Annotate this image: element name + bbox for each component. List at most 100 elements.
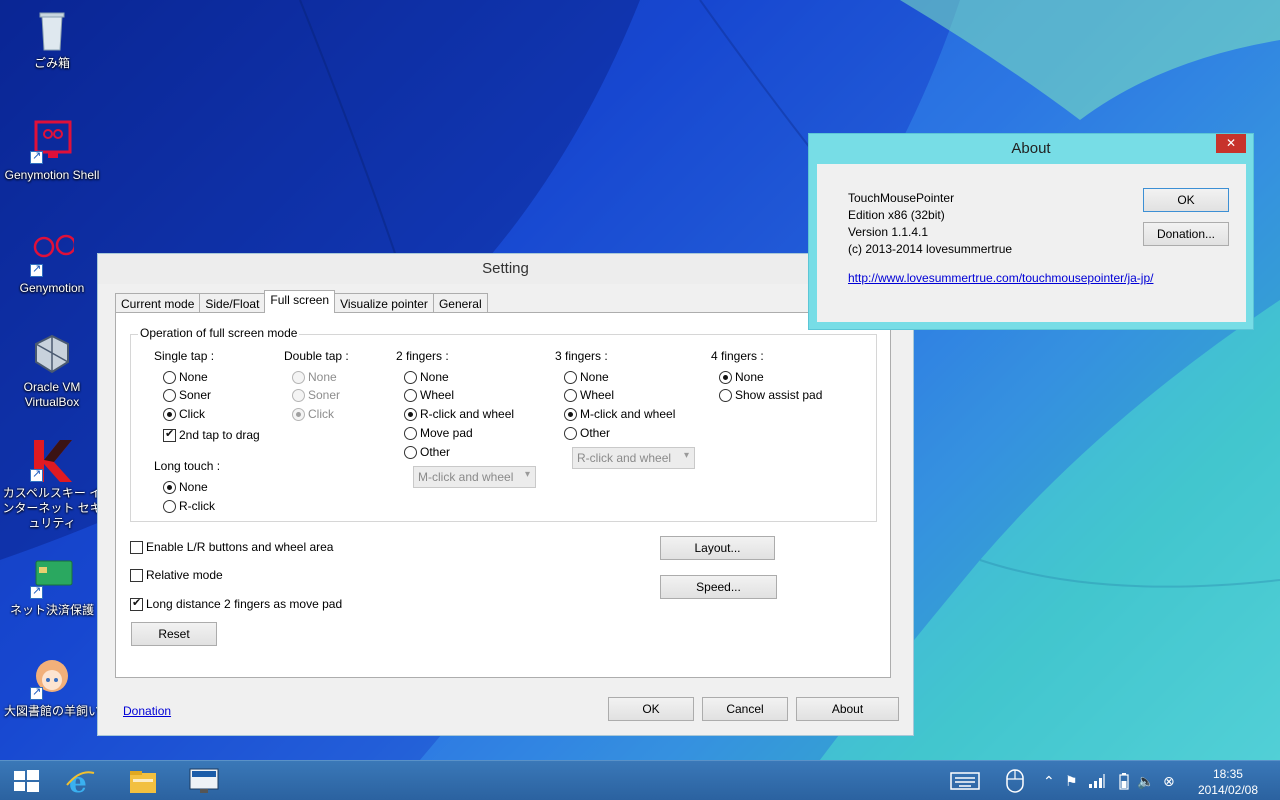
reset-button[interactable]: Reset: [131, 622, 217, 646]
about-product: TouchMousePointer: [848, 191, 955, 205]
double-tap-none-radio: None: [292, 369, 337, 385]
about-copyright: (c) 2013-2014 lovesummertrue: [848, 242, 1013, 256]
single-tap-label: Single tap :: [154, 349, 215, 363]
close-circle-icon[interactable]: ⊗: [1163, 773, 1175, 790]
chevron-down-icon: ▾: [683, 450, 689, 461]
chevron-up-icon[interactable]: ⌃: [1043, 773, 1055, 790]
game-character-icon: [30, 656, 74, 700]
lenovo-app-icon[interactable]: [188, 765, 220, 797]
desktop-icon-label: ネット決済保護: [9, 603, 94, 617]
group-title: Operation of full screen mode: [138, 326, 300, 340]
double-tap-soner-radio: Soner: [292, 387, 340, 403]
about-body: TouchMousePointer Edition x86 (32bit) Ve…: [817, 164, 1246, 322]
desktop-icon-safe-money[interactable]: ネット決済保護: [0, 555, 104, 618]
desktop-icon-label: Genymotion: [19, 281, 85, 295]
desktop-icon-label: 大図書館の羊飼い: [3, 704, 100, 718]
single-tap-none-radio[interactable]: None: [163, 369, 208, 385]
long-touch-rclick-radio[interactable]: R-click: [163, 498, 215, 514]
long-touch-none-radio[interactable]: None: [163, 479, 208, 495]
close-button[interactable]: ✕: [1216, 134, 1246, 153]
two-fingers-none-radio[interactable]: None: [404, 369, 449, 385]
two-fingers-wheel-radio[interactable]: Wheel: [404, 387, 454, 403]
desktop-icon-genymotion-shell[interactable]: Genymotion Shell: [0, 120, 104, 183]
safe-money-icon: [30, 555, 74, 599]
tab-side-float[interactable]: Side/Float: [199, 293, 266, 313]
two-fingers-label: 2 fingers :: [396, 349, 449, 363]
tab-current-mode[interactable]: Current mode: [115, 293, 201, 313]
about-donation-button[interactable]: Donation...: [1143, 222, 1229, 246]
ok-button[interactable]: OK: [608, 697, 694, 721]
mouse-icon[interactable]: [1003, 767, 1027, 795]
desktop-icon-label: Genymotion Shell: [4, 168, 100, 182]
tab-visualize-pointer[interactable]: Visualize pointer: [334, 293, 434, 313]
genymotion-icon: [30, 233, 77, 277]
enable-lr-buttons-checkbox[interactable]: Enable L/R buttons and wheel area: [130, 539, 333, 555]
tab-general[interactable]: General: [432, 293, 488, 313]
desktop-icon-label: ごみ箱: [33, 56, 70, 70]
three-fingers-mclick-wheel-radio[interactable]: M-click and wheel: [564, 406, 675, 422]
desktop-icon-genymotion[interactable]: Genymotion: [0, 233, 104, 296]
tab-full-screen[interactable]: Full screen: [264, 290, 336, 313]
full-screen-panel: Operation of full screen mode Single tap…: [115, 312, 891, 678]
volume-icon[interactable]: 🔈: [1137, 773, 1154, 790]
clock[interactable]: 18:35 2014/02/08: [1198, 766, 1258, 798]
file-explorer-icon[interactable]: [127, 765, 159, 797]
keyboard-icon[interactable]: [949, 769, 981, 793]
double-tap-click-radio: Click: [292, 406, 334, 422]
long-distance-move-pad-checkbox[interactable]: Long distance 2 fingers as move pad: [130, 596, 342, 612]
three-fingers-none-radio[interactable]: None: [564, 369, 609, 385]
about-ok-button[interactable]: OK: [1143, 188, 1229, 212]
single-tap-soner-radio[interactable]: Soner: [163, 387, 211, 403]
second-tap-drag-checkbox[interactable]: 2nd tap to drag: [163, 427, 260, 443]
two-fingers-other-select: M-click and wheel ▾: [413, 466, 536, 488]
about-version: Version 1.1.4.1: [848, 225, 929, 239]
desktop-icon-kaspersky[interactable]: カスペルスキー インターネット セキュリティ: [0, 438, 104, 531]
genymotion-shell-icon: [30, 120, 74, 164]
three-fingers-label: 3 fingers :: [555, 349, 608, 363]
desktop-icon-recycle-bin[interactable]: ごみ箱: [0, 8, 104, 71]
desktop-icon-label: Oracle VM VirtualBox: [23, 380, 81, 409]
internet-explorer-icon[interactable]: e: [64, 765, 96, 799]
about-title[interactable]: About: [809, 134, 1253, 164]
single-tap-click-radio[interactable]: Click: [163, 406, 205, 422]
kaspersky-icon: [30, 438, 74, 482]
three-fingers-wheel-radio[interactable]: Wheel: [564, 387, 614, 403]
two-fingers-move-pad-radio[interactable]: Move pad: [404, 425, 473, 441]
virtualbox-icon: [30, 332, 74, 376]
full-screen-group: Operation of full screen mode Single tap…: [130, 326, 877, 522]
windows-start-icon[interactable]: [10, 765, 42, 797]
cancel-button[interactable]: Cancel: [702, 697, 788, 721]
setting-tabs: Current mode Side/Float Full screen Visu…: [115, 290, 488, 313]
two-fingers-other-radio[interactable]: Other: [404, 444, 450, 460]
three-fingers-other-select: R-click and wheel ▾: [572, 447, 695, 469]
long-touch-label: Long touch :: [154, 459, 221, 473]
recycle-bin-icon: [30, 8, 74, 52]
chevron-down-icon: ▾: [524, 469, 530, 480]
two-fingers-rclick-wheel-radio[interactable]: R-click and wheel: [404, 406, 514, 422]
desktop-icon-label: カスペルスキー インターネット セキュリティ: [2, 486, 102, 530]
setting-window: Setting Current mode Side/Float Full scr…: [97, 253, 914, 736]
double-tap-label: Double tap :: [284, 349, 349, 363]
taskbar: e ⌃ ⚑ 🔈 ⊗ 18:35 2014/02/08: [0, 760, 1280, 800]
layout-button[interactable]: Layout...: [660, 536, 775, 560]
about-window: About ✕ TouchMousePointer Edition x86 (3…: [808, 133, 1254, 330]
svg-text:e: e: [69, 766, 87, 797]
relative-mode-checkbox[interactable]: Relative mode: [130, 567, 223, 583]
setting-title[interactable]: Setting: [98, 254, 913, 284]
signal-icon[interactable]: [1088, 773, 1106, 789]
about-button[interactable]: About: [796, 697, 899, 721]
four-fingers-none-radio[interactable]: None: [719, 369, 764, 385]
three-fingers-other-radio[interactable]: Other: [564, 425, 610, 441]
donation-link[interactable]: Donation: [123, 704, 171, 718]
desktop-icon-game[interactable]: 大図書館の羊飼い: [0, 656, 104, 719]
four-fingers-assist-pad-radio[interactable]: Show assist pad: [719, 387, 822, 403]
about-edition: Edition x86 (32bit): [848, 208, 945, 222]
flag-icon[interactable]: ⚑: [1065, 773, 1078, 790]
about-url-link[interactable]: http://www.lovesummertrue.com/touchmouse…: [848, 271, 1153, 285]
desktop-icon-virtualbox[interactable]: Oracle VM VirtualBox: [0, 332, 104, 410]
speed-button[interactable]: Speed...: [660, 575, 777, 599]
four-fingers-label: 4 fingers :: [711, 349, 764, 363]
clock-time: 18:35: [1212, 767, 1243, 781]
battery-icon[interactable]: [1119, 772, 1129, 790]
clock-date: 2014/02/08: [1197, 783, 1258, 797]
